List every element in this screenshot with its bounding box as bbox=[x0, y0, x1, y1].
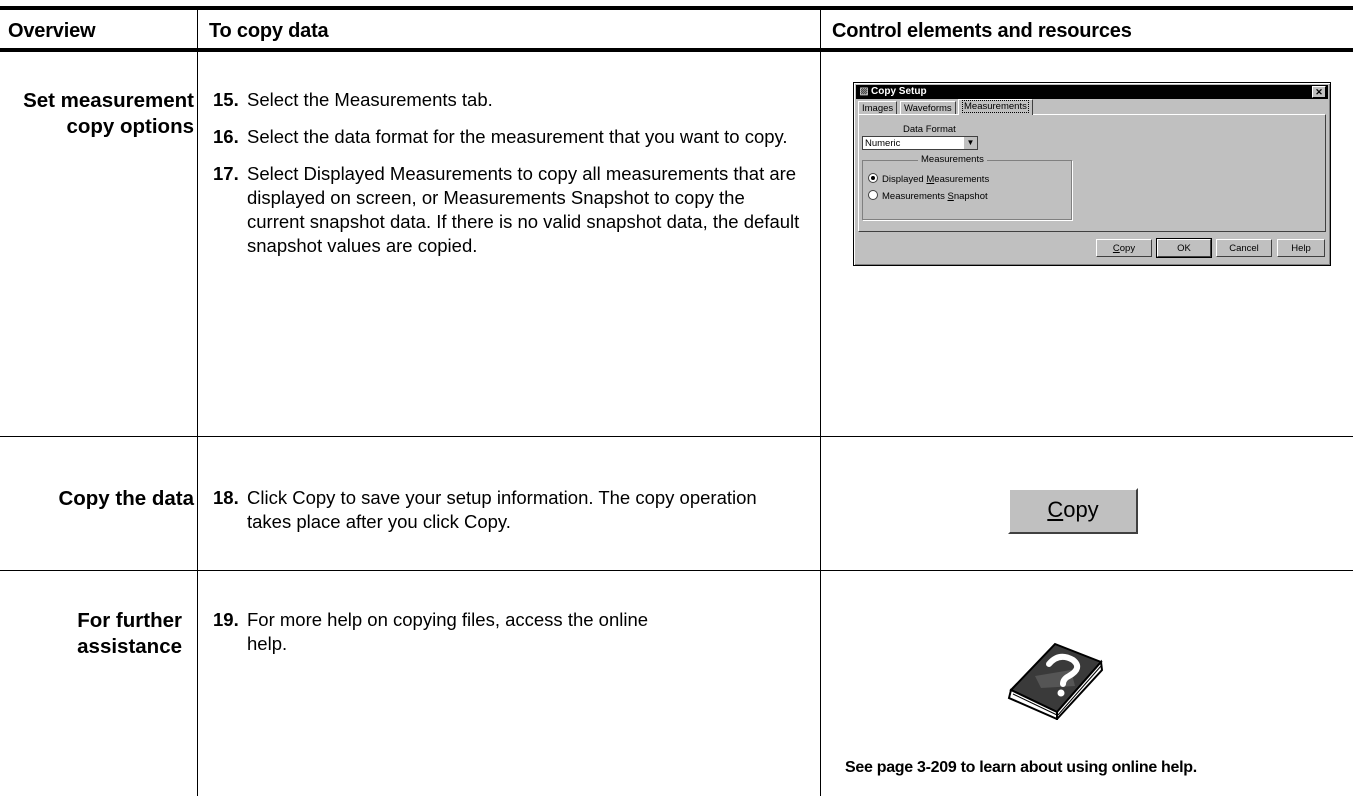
step-17: 17. Select Displayed Measurements to cop… bbox=[213, 162, 803, 258]
step-19: 19. For more help on copying files, acce… bbox=[213, 608, 803, 656]
step-18: 18. Click Copy to save your setup inform… bbox=[213, 486, 803, 534]
row-divider-1 bbox=[0, 436, 1353, 437]
copy-setup-dialog: ▨ Copy Setup ✕ Images Waveforms Measureme… bbox=[853, 82, 1331, 266]
radio-measurements-snapshot[interactable]: Measurements Snapshot bbox=[868, 190, 988, 202]
measurements-group-label: Measurements bbox=[918, 154, 987, 165]
tab-waveforms[interactable]: Waveforms bbox=[900, 101, 956, 115]
steps-row-1: 15. Select the Measurements tab. 16. Sel… bbox=[213, 88, 803, 271]
copy-button-accel: C bbox=[1047, 497, 1064, 522]
step-text: Click Copy to save your setup informatio… bbox=[247, 487, 757, 532]
dialog-help-button[interactable]: Help bbox=[1277, 239, 1325, 257]
dialog-copy-button[interactable]: Copy bbox=[1096, 239, 1152, 257]
copy-accel: C bbox=[1112, 243, 1120, 254]
step-number: 19. bbox=[213, 609, 239, 630]
overview-further-assistance: For further assistance bbox=[77, 609, 182, 658]
table-top-rule bbox=[0, 6, 1353, 10]
copy-rest: opy bbox=[1119, 243, 1136, 254]
help-book-icon bbox=[1007, 642, 1104, 720]
overview-set-measurement: Set measurement copy options bbox=[23, 89, 194, 138]
overview-copy-the-data: Copy the data bbox=[58, 487, 194, 510]
tab-images[interactable]: Images bbox=[858, 101, 898, 115]
step-text: Select Displayed Measurements to copy al… bbox=[247, 163, 800, 256]
radio-label-pre: Measurements bbox=[882, 191, 948, 202]
step-number: 18. bbox=[213, 487, 239, 508]
dialog-ok-button[interactable]: OK bbox=[1156, 238, 1212, 258]
radio-label-pre: Displayed bbox=[882, 174, 927, 185]
header-to-copy-data: To copy data bbox=[209, 20, 329, 42]
dialog-cancel-button[interactable]: Cancel bbox=[1216, 239, 1272, 257]
data-format-select[interactable]: Numeric ▼ bbox=[862, 136, 978, 150]
column-divider-2 bbox=[820, 10, 821, 796]
help-reference-text: See page 3-209 to learn about using onli… bbox=[845, 759, 1197, 776]
copy-button-rest: opy bbox=[1063, 497, 1099, 522]
step-16: 16. Select the data format for the measu… bbox=[213, 125, 803, 149]
copy-button[interactable]: Copy bbox=[1008, 488, 1138, 534]
radio-selected-icon bbox=[868, 173, 878, 183]
radio-unselected-icon bbox=[868, 190, 878, 200]
close-icon[interactable]: ✕ bbox=[1312, 86, 1326, 98]
row-divider-2 bbox=[0, 570, 1353, 571]
step-number: 16. bbox=[213, 126, 239, 147]
header-overview: Overview bbox=[8, 20, 96, 42]
steps-row-2: 18. Click Copy to save your setup inform… bbox=[213, 486, 803, 547]
table-header-rule bbox=[0, 48, 1353, 52]
data-format-label: Data Format bbox=[903, 124, 956, 135]
dialog-titlebar: ▨ Copy Setup ✕ bbox=[856, 85, 1328, 99]
column-divider-1 bbox=[197, 10, 198, 796]
radio-label-post: easurements bbox=[934, 174, 990, 185]
tab-measurements-label: Measurements bbox=[962, 100, 1029, 113]
app-icon: ▨ bbox=[859, 86, 869, 97]
step-15: 15. Select the Measurements tab. bbox=[213, 88, 803, 112]
chevron-down-icon[interactable]: ▼ bbox=[963, 137, 977, 149]
step-text: For more help on copying files, access t… bbox=[247, 609, 649, 654]
step-text: Select the Measurements tab. bbox=[247, 89, 493, 110]
step-number: 15. bbox=[213, 89, 239, 110]
steps-row-3: 19. For more help on copying files, acce… bbox=[213, 608, 803, 669]
dialog-title: Copy Setup bbox=[871, 86, 927, 97]
tab-measurements[interactable]: Measurements bbox=[958, 99, 1033, 115]
data-format-value: Numeric bbox=[865, 138, 901, 149]
header-control-elements: Control elements and resources bbox=[832, 20, 1132, 42]
step-number: 17. bbox=[213, 163, 239, 184]
radio-displayed-measurements[interactable]: Displayed Measurements bbox=[868, 173, 989, 185]
step-text: Select the data format for the measureme… bbox=[247, 126, 788, 147]
radio-label-post: napshot bbox=[953, 191, 988, 202]
